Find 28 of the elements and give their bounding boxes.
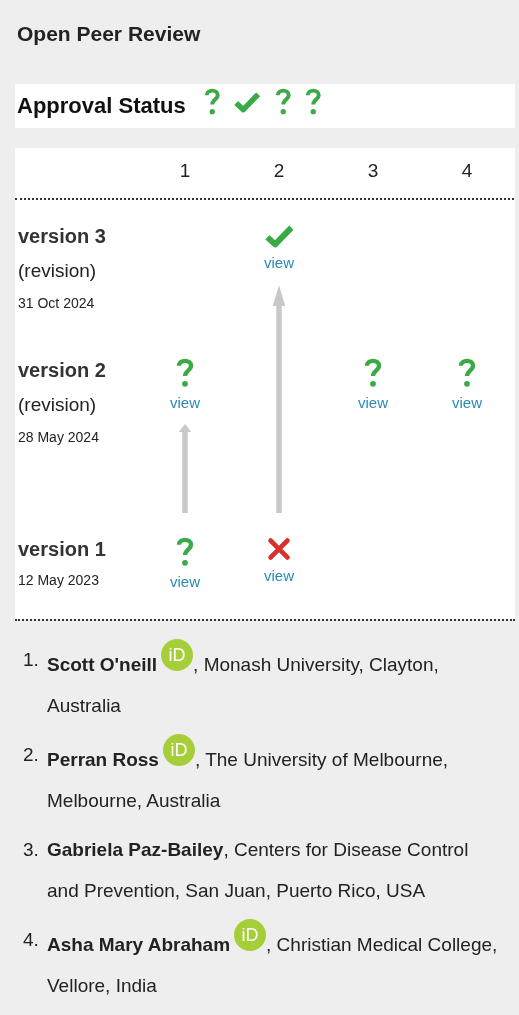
version-note: (revision) (18, 393, 97, 417)
list-number: 1. (23, 648, 40, 672)
panel-title: Open Peer Review (16, 21, 202, 47)
view-link[interactable]: view (264, 254, 294, 271)
reviewer-entry: Scott O'neill iD , Monash University, Clayton, Australia (47, 639, 505, 726)
reviewer-number: 1 (179, 160, 191, 182)
version-date: 31 Oct 2024 (18, 294, 95, 313)
view-link[interactable]: view (452, 394, 482, 411)
reviewer-entry: Asha Mary Abraham iD , Christian Medical College, Vellore, India (47, 919, 505, 1006)
view-link[interactable]: view (170, 394, 200, 411)
reviewer-entry: Gabriela Paz-Bailey, Centers for Disease Control and Prevention, San Juan, Puerto Rico, USA (47, 838, 470, 903)
reviewer-number: 3 (367, 160, 379, 182)
version-label: version 2 (18, 358, 106, 383)
list-number: 4. (23, 928, 40, 952)
view-link[interactable]: view (264, 567, 294, 584)
version-date: 28 May 2024 (18, 428, 99, 447)
version-date: 12 May 2023 (18, 571, 99, 590)
version-note: (revision) (18, 259, 97, 283)
reviewer-number: 4 (461, 160, 473, 182)
list-number: 3. (23, 838, 40, 862)
version-label: version 3 (18, 224, 106, 249)
view-link[interactable]: view (170, 573, 200, 590)
list-number: 2. (23, 743, 40, 767)
version-label: version 1 (18, 537, 106, 562)
reviewer-number: 2 (273, 160, 285, 182)
view-link[interactable]: view (358, 394, 388, 411)
approval-status-label: Approval Status (17, 93, 186, 119)
reviewer-entry: Perran Ross iD , The University of Melbourne, Melbourne, Australia (47, 734, 505, 821)
